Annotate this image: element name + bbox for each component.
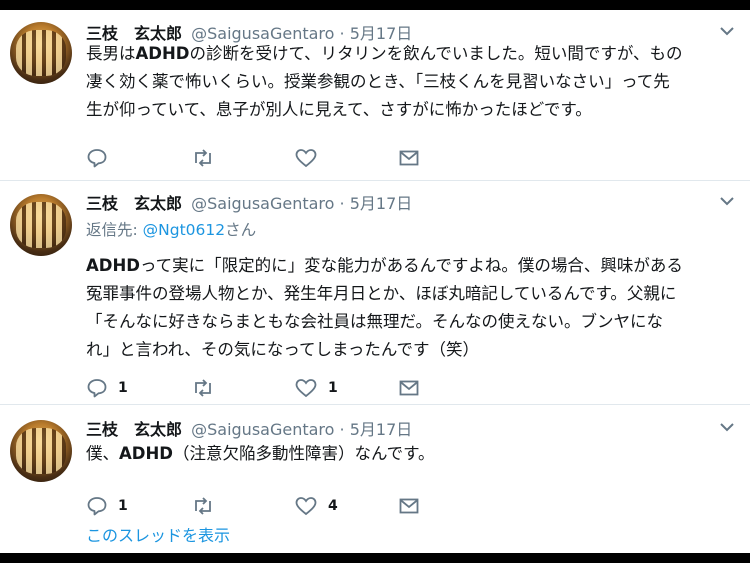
envelope-icon	[399, 380, 419, 396]
envelope-icon	[399, 498, 419, 514]
reply-button[interactable]: 1	[86, 376, 128, 400]
avatar[interactable]	[10, 22, 72, 84]
tweet-text: ADHDって実に「限定的に」変な能力があるんですよね。僕の場合、興味がある 冤罪…	[86, 256, 683, 359]
timeline: 三枝 玄太郎 @SaigusaGentaro · 5月17日 長男はADHDの診…	[0, 10, 750, 553]
chevron-down-icon[interactable]	[718, 22, 736, 40]
heart-icon	[295, 497, 317, 516]
reply-button[interactable]: 1	[86, 494, 128, 518]
handle[interactable]: @SaigusaGentaro	[191, 420, 334, 439]
reply-icon	[87, 149, 107, 168]
like-count: 1	[328, 380, 338, 396]
envelope-icon	[399, 150, 419, 166]
retweet-button[interactable]	[191, 376, 225, 400]
dm-button[interactable]	[398, 376, 420, 400]
reply-icon	[87, 379, 107, 398]
reply-count: 1	[118, 498, 128, 514]
like-button[interactable]: 1	[294, 376, 338, 400]
tweet-header: 三枝 玄太郎 @SaigusaGentaro · 5月17日	[86, 190, 412, 214]
retweet-icon	[195, 379, 211, 397]
reply-button[interactable]	[86, 146, 118, 170]
dm-button[interactable]	[398, 494, 420, 518]
mention-link[interactable]: @Ngt0612	[143, 221, 225, 239]
timestamp[interactable]: · 5月17日	[340, 194, 413, 213]
heart-icon	[295, 379, 317, 398]
heart-icon	[295, 149, 317, 168]
chevron-down-icon[interactable]	[718, 418, 736, 436]
avatar[interactable]	[10, 420, 72, 482]
reply-count: 1	[118, 380, 128, 396]
tweet[interactable]: 三枝 玄太郎 @SaigusaGentaro · 5月17日 返信先: @Ngt…	[0, 180, 750, 405]
like-button[interactable]	[294, 146, 328, 170]
tweet-actions	[86, 146, 486, 170]
retweet-icon	[195, 497, 211, 515]
retweet-icon	[195, 149, 211, 167]
tweet-actions: 1 4	[86, 494, 486, 518]
dm-button[interactable]	[398, 146, 420, 170]
like-count: 4	[328, 498, 338, 514]
handle[interactable]: @SaigusaGentaro	[191, 194, 334, 213]
retweet-button[interactable]	[191, 494, 225, 518]
timestamp[interactable]: · 5月17日	[340, 420, 413, 439]
tweet-actions: 1 1	[86, 376, 486, 400]
tweet-text: 長男はADHDの診断を受けて、リタリンを飲んでいました。短い間ですが、もの 凄く…	[86, 44, 683, 119]
chevron-down-icon[interactable]	[718, 192, 736, 210]
tweet[interactable]: 三枝 玄太郎 @SaigusaGentaro · 5月17日 長男はADHDの診…	[0, 10, 750, 181]
like-button[interactable]: 4	[294, 494, 338, 518]
tweet-header: 三枝 玄太郎 @SaigusaGentaro · 5月17日	[86, 416, 412, 440]
show-thread-link[interactable]: このスレッドを表示	[86, 522, 230, 546]
avatar[interactable]	[10, 194, 72, 256]
display-name[interactable]: 三枝 玄太郎	[86, 420, 182, 439]
retweet-button[interactable]	[191, 146, 225, 170]
reply-context: 返信先: @Ngt0612さん	[86, 221, 257, 239]
display-name[interactable]: 三枝 玄太郎	[86, 194, 182, 213]
reply-icon	[87, 497, 107, 516]
tweet-text: 僕、ADHD（注意欠陥多動性障害）なんです。	[86, 444, 435, 463]
